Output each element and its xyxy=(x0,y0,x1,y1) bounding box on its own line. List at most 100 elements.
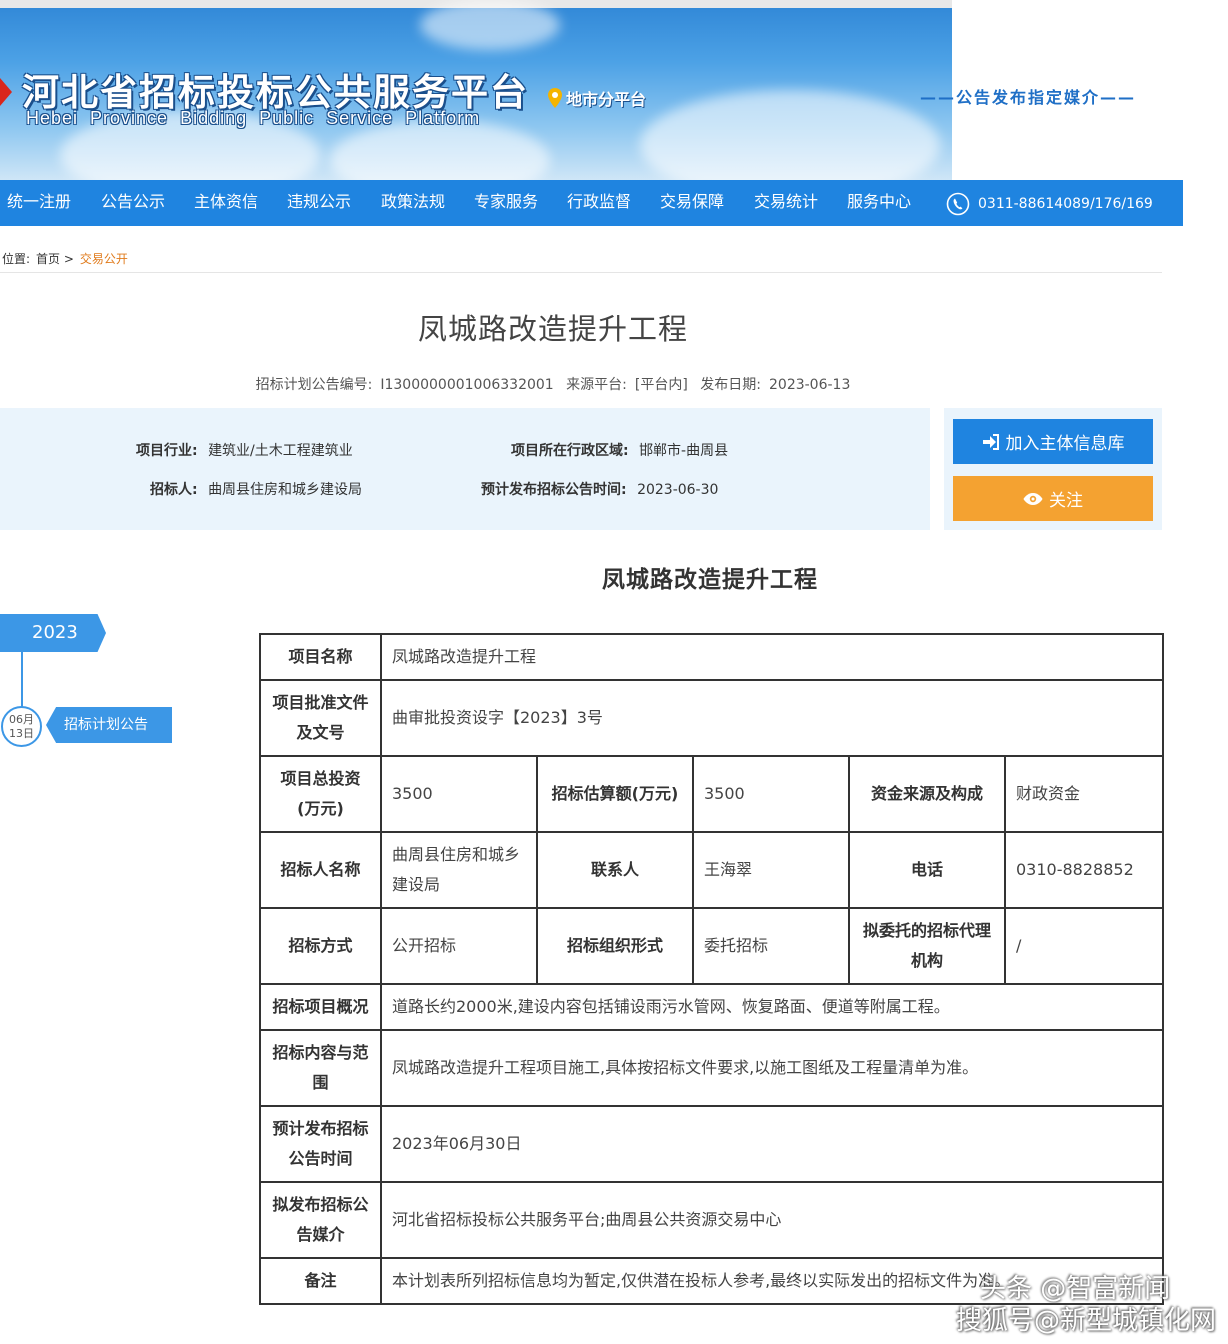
tenderer-row: 招标人: 曲周县住房和城乡建设局 xyxy=(150,479,362,499)
watermark-sohu: 搜狐号@新型城镇化网 xyxy=(956,1306,1217,1336)
table-header-cell: 拟委托的招标代理机构 xyxy=(848,907,1006,985)
nav-item-credit[interactable]: 主体资信 xyxy=(194,180,258,226)
table-header-cell: 预计发布招标公告时间 xyxy=(259,1105,382,1183)
timeline-month: 06月 xyxy=(9,713,34,726)
table-cell: 凤城路改造提升工程项目施工,具体按招标文件要求,以施工图纸及工程量清单为准。 xyxy=(380,1029,1164,1107)
main-nav: 统一注册 公告公示 主体资信 违规公示 政策法规 专家服务 行政监督 交易保障 … xyxy=(0,180,1183,226)
table-cell: 曲审批投资设字【2023】3号 xyxy=(380,679,1164,757)
join-label: 加入主体信息库 xyxy=(1005,434,1125,454)
sub-platform-label: 地市分平台 xyxy=(566,90,647,109)
cloud-decoration xyxy=(420,0,560,50)
cloud-decoration xyxy=(330,120,550,180)
timeline-tag-plan-notice[interactable]: 招标计划公告 xyxy=(46,707,172,743)
region-row: 项目所在行政区域: 邯郸市-曲周县 xyxy=(511,440,728,460)
table-header-cell: 电话 xyxy=(848,831,1006,909)
eye-icon xyxy=(1023,492,1043,505)
table-row: 项目总投资(万元) 3500 招标估算额(万元) 3500 资金来源及构成 财政… xyxy=(259,755,1164,833)
header-banner: 河北省招标投标公共服务平台 Hebei Province Bidding Pub… xyxy=(0,0,952,180)
nav-phone: 0311-88614089/176/169 xyxy=(946,192,1153,216)
nav-item-statistics[interactable]: 交易统计 xyxy=(754,180,818,226)
table-cell: 0310-8828852 xyxy=(1004,831,1164,909)
nav-item-experts[interactable]: 专家服务 xyxy=(474,180,538,226)
table-header-cell: 备注 xyxy=(259,1257,382,1305)
breadcrumb-home[interactable]: 首页 > xyxy=(36,250,74,267)
table-cell: 凤城路改造提升工程 xyxy=(380,633,1164,681)
nav-item-supervision[interactable]: 行政监督 xyxy=(567,180,631,226)
sign-in-icon xyxy=(982,433,999,450)
timeline-year: 2023 xyxy=(0,614,106,652)
table-header-cell: 招标项目概况 xyxy=(259,983,382,1031)
expected-value: 2023-06-30 xyxy=(637,482,719,498)
table-header-cell: 招标人名称 xyxy=(259,831,382,909)
timeline-date: 06月 13日 xyxy=(1,706,42,747)
table-row: 招标方式 公开招标 招标组织形式 委托招标 拟委托的招标代理机构 / xyxy=(259,907,1164,985)
notice-no-label: 招标计划公告编号: xyxy=(255,377,373,393)
table-cell: / xyxy=(1004,907,1164,985)
table-header-cell: 项目总投资(万元) xyxy=(259,755,382,833)
tenderer-value: 曲周县住房和城乡建设局 xyxy=(208,482,363,498)
article-meta: 招标计划公告编号: I1300000001006332001 来源平台: [平台内]… xyxy=(0,374,1106,394)
follow-label: 关注 xyxy=(1049,491,1083,511)
tenderer-label: 招标人: xyxy=(150,482,198,498)
date-label: 发布日期: xyxy=(700,377,761,393)
nav-item-announcements[interactable]: 公告公示 xyxy=(101,180,165,226)
industry-row: 项目行业: 建筑业/土木工程建筑业 xyxy=(136,440,353,460)
table-cell: 道路长约2000米,建设内容包括铺设雨污水管网、恢复路面、便道等附属工程。 xyxy=(380,983,1164,1031)
industry-label: 项目行业: xyxy=(136,443,198,459)
region-value: 邯郸市-曲周县 xyxy=(639,443,729,459)
table-cell: 公开招标 xyxy=(380,907,538,985)
table-row: 招标项目概况 道路长约2000米,建设内容包括铺设雨污水管网、恢复路面、便道等附… xyxy=(259,983,1164,1031)
source-label: 来源平台: xyxy=(566,377,627,393)
phone-icon xyxy=(946,192,970,216)
table-row: 招标内容与范围 凤城路改造提升工程项目施工,具体按招标文件要求,以施工图纸及工程… xyxy=(259,1029,1164,1107)
table-header-cell: 项目批准文件及文号 xyxy=(259,679,382,757)
table-header-cell: 招标估算额(万元) xyxy=(536,755,694,833)
site-subtitle: Hebei Province Bidding Public Service Pl… xyxy=(26,108,481,128)
timeline-line xyxy=(21,652,23,708)
table-cell: 曲周县住房和城乡建设局 xyxy=(380,831,538,909)
join-database-button[interactable]: 加入主体信息库 xyxy=(953,419,1153,464)
page-title: 凤城路改造提升工程 xyxy=(417,312,688,346)
logo-arrow-icon xyxy=(0,78,12,106)
table-header-cell: 拟发布招标公告媒介 xyxy=(259,1181,382,1259)
table-cell: 河北省招标投标公共服务平台;曲周县公共资源交易中心 xyxy=(380,1181,1164,1259)
table-cell: 王海翠 xyxy=(692,831,850,909)
cloud-decoration xyxy=(640,90,940,180)
table-row: 预计发布招标公告时间 2023年06月30日 xyxy=(259,1105,1164,1183)
follow-button[interactable]: 关注 xyxy=(953,476,1153,521)
table-cell: 委托招标 xyxy=(692,907,850,985)
project-info-panel: 项目行业: 建筑业/土木工程建筑业 项目所在行政区域: 邯郸市-曲周县 招标人:… xyxy=(0,408,930,530)
section-title: 凤城路改造提升工程 xyxy=(602,567,818,593)
divider xyxy=(0,272,1162,273)
timeline-day: 13日 xyxy=(9,727,34,740)
table-header-cell: 资金来源及构成 xyxy=(848,755,1006,833)
industry-value: 建筑业/土木工程建筑业 xyxy=(208,443,353,459)
table-row: 招标人名称 曲周县住房和城乡建设局 联系人 王海翠 电话 0310-882885… xyxy=(259,831,1164,909)
table-row: 项目名称 凤城路改造提升工程 xyxy=(259,633,1164,681)
publish-date: 2023-06-13 xyxy=(769,377,851,393)
table-header-cell: 招标内容与范围 xyxy=(259,1029,382,1107)
table-cell: 3500 xyxy=(692,755,850,833)
table-row: 拟发布招标公告媒介 河北省招标投标公共服务平台;曲周县公共资源交易中心 xyxy=(259,1181,1164,1259)
breadcrumb: 位置: 首页 > 交易公开 xyxy=(2,250,128,267)
project-detail-table: 项目名称 凤城路改造提升工程 项目批准文件及文号 曲审批投资设字【2023】3号… xyxy=(259,633,1164,1305)
breadcrumb-prefix: 位置: xyxy=(2,252,31,266)
nav-item-guarantee[interactable]: 交易保障 xyxy=(660,180,724,226)
nav-item-policy[interactable]: 政策法规 xyxy=(381,180,445,226)
media-slogan: ——公告发布指定媒介—— xyxy=(920,88,1137,107)
nav-item-violations[interactable]: 违规公示 xyxy=(287,180,351,226)
breadcrumb-current[interactable]: 交易公开 xyxy=(80,250,128,267)
nav-item-register[interactable]: 统一注册 xyxy=(7,180,71,226)
sub-platform-link[interactable]: 地市分平台 xyxy=(548,86,646,110)
table-header-cell: 招标方式 xyxy=(259,907,382,985)
table-cell: 3500 xyxy=(380,755,538,833)
region-label: 项目所在行政区域: xyxy=(511,443,629,459)
notice-no: I1300000001006332001 xyxy=(380,377,554,393)
table-header-cell: 招标组织形式 xyxy=(536,907,694,985)
table-header-cell: 联系人 xyxy=(536,831,694,909)
expected-row: 预计发布招标公告时间: 2023-06-30 xyxy=(481,479,718,499)
nav-item-service[interactable]: 服务中心 xyxy=(847,180,911,226)
table-row: 项目批准文件及文号 曲审批投资设字【2023】3号 xyxy=(259,679,1164,757)
table-header-cell: 项目名称 xyxy=(259,633,382,681)
banner-right-area: ——公告发布指定媒介—— xyxy=(920,0,1228,180)
